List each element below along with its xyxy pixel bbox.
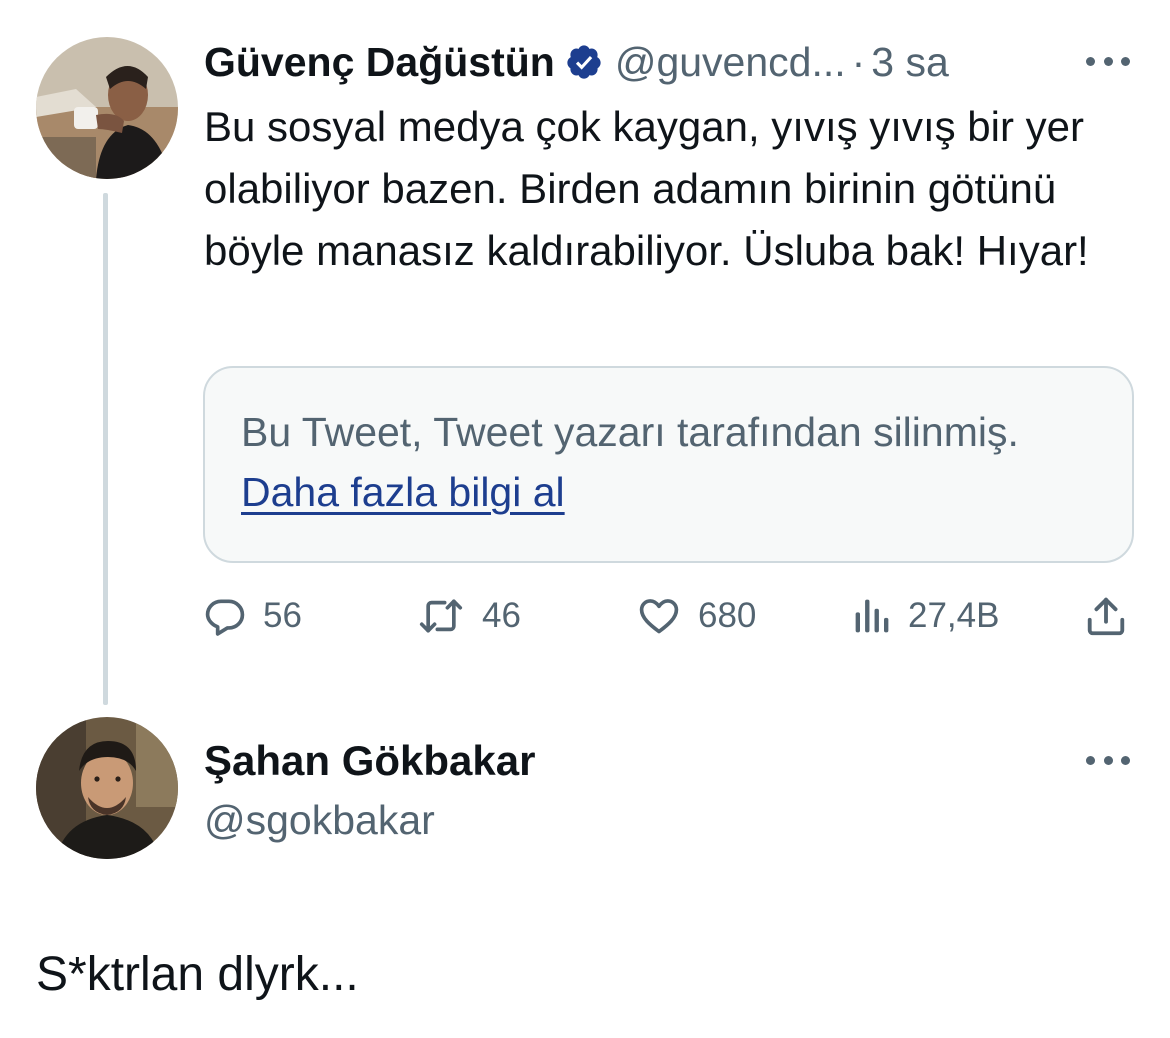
like-count: 680 [698,596,757,635]
reply-button[interactable]: 56 [203,590,302,642]
avatar-photo-guvenc [36,37,178,179]
header-separator: · [851,39,866,85]
reply-author-display-name[interactable]: Şahan Gökbakar [204,733,535,789]
retweet-icon [419,599,463,633]
reply-tweet-text: S*ktrlan dlyrk... [36,948,359,1001]
retweet-button[interactable]: 46 [416,590,521,642]
avatar[interactable] [36,717,178,859]
views-count: 27,4B [908,596,1000,635]
tweet-thread: Güvenç Dağüstün @guvencd... · 3 sa Bu so… [0,0,1170,1038]
more-options-icon[interactable] [1086,750,1130,770]
avatar-photo-sahan [36,717,178,859]
reply-icon [205,599,245,636]
author-handle[interactable]: @guvencd... [615,34,846,90]
more-options-icon[interactable] [1086,51,1130,71]
avatar[interactable] [36,37,178,179]
deleted-quote-message: Bu Tweet, Tweet yazarı tarafından silinm… [241,402,1101,522]
views-button[interactable]: 27,4B [852,590,999,642]
heart-icon [639,599,679,634]
tweet-action-bar: 56 46 680 27,4B [0,590,1170,642]
share-icon [1087,597,1125,636]
tweet-text: Bu sosyal medya çok kaygan, yıvış yıvış … [204,103,1089,274]
retweet-count: 46 [482,596,521,635]
author-display-name[interactable]: Güvenç Dağüstün [204,34,555,90]
deleted-quote-card: Bu Tweet, Tweet yazarı tarafından silinm… [203,366,1134,563]
verified-badge-icon [565,43,603,81]
views-icon [855,599,889,633]
tweet-header: Güvenç Dağüstün @guvencd... · 3 sa [204,34,949,90]
share-button[interactable] [1083,590,1129,642]
tweet-timestamp[interactable]: 3 sa [871,34,949,90]
deleted-quote-text: Bu Tweet, Tweet yazarı tarafından silinm… [241,409,1019,455]
reply-count: 56 [263,596,302,635]
learn-more-link[interactable]: Daha fazla bilgi al [241,469,565,515]
like-button[interactable]: 680 [636,590,756,642]
reply-author-handle[interactable]: @sgokbakar [204,792,435,848]
